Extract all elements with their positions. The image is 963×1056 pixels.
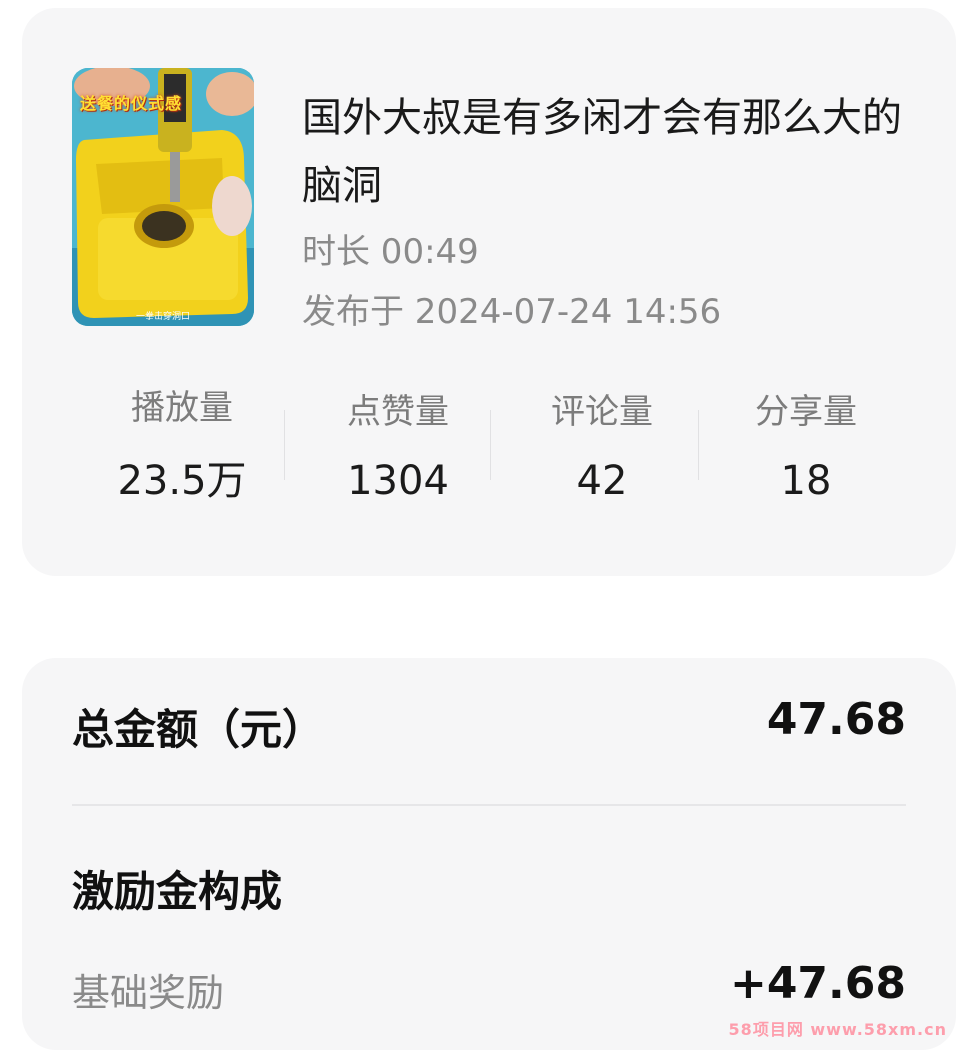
stat-value: 42 — [576, 458, 628, 504]
total-amount-label: 总金额（元） — [72, 705, 325, 754]
thumbnail-overlay-text: 送餐的仪式感 — [80, 94, 183, 113]
stat-value: 18 — [780, 458, 832, 504]
video-duration: 时长 00:49 — [302, 232, 479, 272]
base-reward-value: +47.68 — [729, 958, 906, 1009]
stat-plays: 播放量 23.5万 — [82, 384, 282, 508]
publish-time: 发布于 2024-07-24 14:56 — [302, 292, 722, 332]
stat-divider — [698, 410, 699, 480]
stat-label: 点赞量 — [347, 392, 449, 432]
section-divider — [72, 804, 906, 806]
base-reward-label: 基础奖励 — [72, 971, 225, 1015]
thumbnail-caption: 一拳击穿洞口 — [135, 312, 190, 322]
total-amount-value: 47.68 — [766, 694, 906, 745]
video-income-page: 送餐的仪式感 一拳击穿洞口 国外大叔是有多闲才会有那么大的脑洞 时长 00:49… — [0, 0, 963, 1056]
income-card: 总金额（元） 47.68 激励金构成 基础奖励 +47.68 — [22, 658, 956, 1050]
stat-comments: 评论量 42 — [502, 388, 702, 508]
stat-label: 分享量 — [755, 392, 857, 432]
stat-likes: 点赞量 1304 — [298, 388, 498, 508]
video-title: 国外大叔是有多闲才会有那么大的脑洞 — [302, 95, 902, 209]
stat-value: 1304 — [347, 458, 449, 504]
video-card[interactable]: 送餐的仪式感 一拳击穿洞口 国外大叔是有多闲才会有那么大的脑洞 时长 00:49… — [22, 8, 956, 576]
stat-shares: 分享量 18 — [706, 388, 906, 508]
stats-row: 播放量 23.5万 点赞量 1304 评论量 42 分享量 18 — [22, 388, 956, 508]
stat-label: 播放量 — [131, 388, 233, 428]
watermark: 58项目网 www.58xm.cn — [728, 1020, 947, 1039]
stat-label: 评论量 — [551, 392, 653, 432]
breakdown-title: 激励金构成 — [72, 867, 283, 916]
stat-divider — [284, 410, 285, 480]
video-thumbnail[interactable]: 送餐的仪式感 一拳击穿洞口 — [72, 68, 254, 326]
stat-divider — [490, 410, 491, 480]
stat-value: 23.5万 — [117, 458, 247, 504]
